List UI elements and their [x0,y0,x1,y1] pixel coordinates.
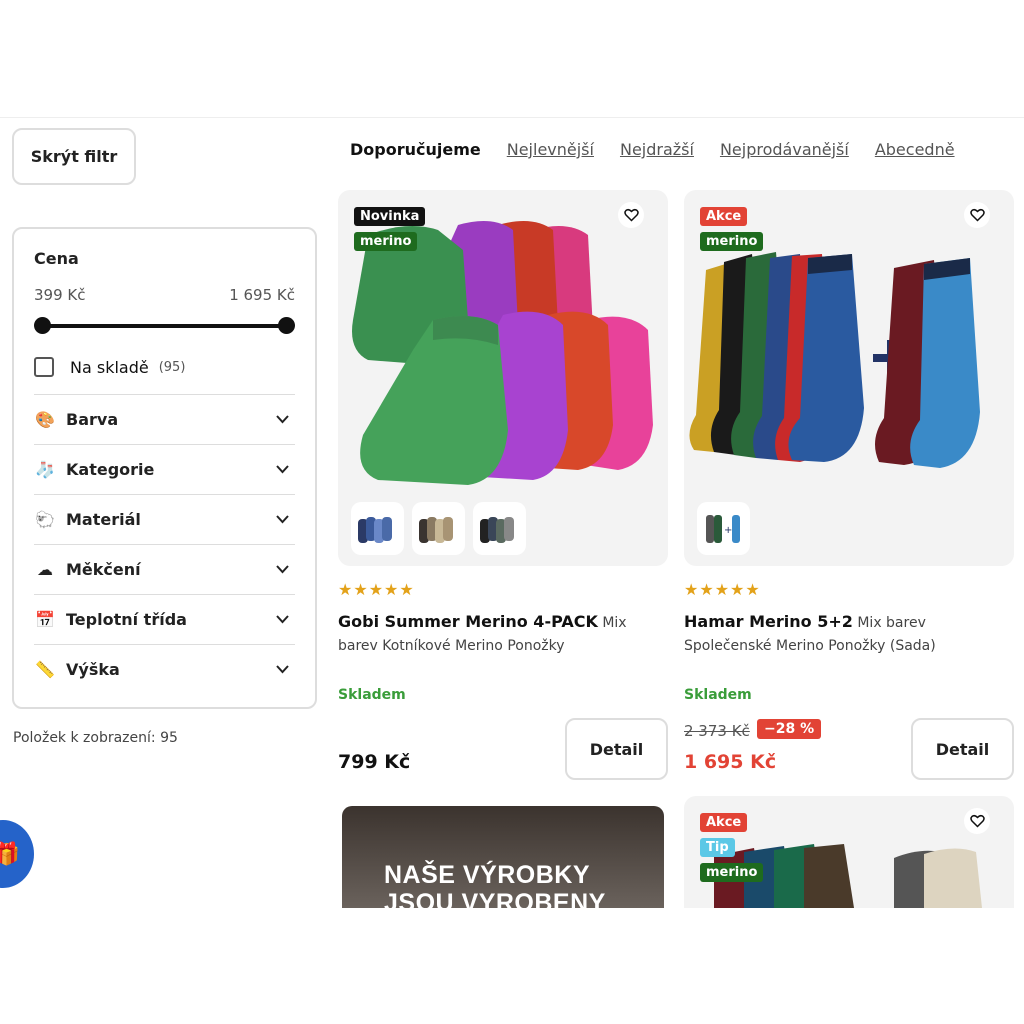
product-name-bold: Hamar Merino 5+2 [684,612,853,631]
variant-thumbnail[interactable] [473,502,526,555]
facet-label: Kategorie [66,460,155,479]
chevron-down-icon [276,562,289,578]
variant-thumbnail[interactable]: + [697,502,750,555]
badge-new: Novinka [354,207,426,226]
price-max: 1 695 Kč [229,286,295,304]
wishlist-heart-icon[interactable] [618,202,644,228]
product-card[interactable]: Novinka merino ★★★★★ Gobi Summer Merino … [338,190,668,790]
badge-merino: merino [700,863,764,882]
sock-icon: 🧦 [35,460,55,479]
variant-thumbnail[interactable] [412,502,465,555]
banner-text: NAŠE VÝROBKY JSOU VYROBENY [384,861,606,908]
badge-merino: merino [354,232,418,251]
facet-label: Výška [66,660,120,679]
facet-label: Materiál [66,510,141,529]
slider-max-handle[interactable] [278,317,295,334]
facet-material[interactable]: 🐑 Materiál [34,494,295,544]
facet-label: Měkčení [66,560,141,579]
svg-text:+: + [724,525,732,536]
chevron-down-icon [276,612,289,628]
facet-category[interactable]: 🧦 Kategorie [34,444,295,494]
detail-button[interactable]: Detail [565,718,668,780]
gift-icon[interactable]: 🎁 [0,820,34,888]
in-stock-filter[interactable]: Na skladě (95) [34,357,295,377]
product-price: 1 695 Kč [684,751,777,773]
sort-most-expensive[interactable]: Nejdražší [620,140,694,159]
old-price: 2 373 Kč [684,722,750,740]
facet-temperature[interactable]: 📅 Teplotní třída [34,594,295,644]
badge-tip: Tip [700,838,735,857]
price-min: 399 Kč [34,286,86,304]
chevron-down-icon [276,412,289,428]
sort-bestselling[interactable]: Nejprodávanější [720,140,849,159]
slider-track [42,324,287,328]
sort-cheapest[interactable]: Nejlevnější [507,140,594,159]
variant-thumbnail[interactable] [351,502,404,555]
chevron-down-icon [276,512,289,528]
wishlist-heart-icon[interactable] [964,202,990,228]
in-stock-count: (95) [158,359,186,375]
sort-options: Doporučujeme Nejlevnější Nejdražší Nejpr… [350,140,955,159]
product-image[interactable]: Akce merino + [684,190,1014,566]
promo-banner[interactable]: NAŠE VÝROBKY JSOU VYROBENY [342,806,664,908]
color-variant-thumbnails: + [697,502,750,555]
badge-sale: Akce [700,813,748,832]
hide-filter-button[interactable]: Skrýt filtr [12,128,136,185]
badge-sale: Akce [700,207,748,226]
sort-recommended[interactable]: Doporučujeme [350,140,481,159]
product-image[interactable]: Novinka merino [338,190,668,566]
page-bottom-area [0,908,1024,1024]
discount-badge: −28 % [757,719,822,739]
stock-status: Skladem [338,687,406,703]
in-stock-label: Na skladě [70,357,149,377]
calendar-icon: 📅 [35,610,55,629]
product-price: 799 Kč [338,751,411,773]
badge-merino: merino [700,232,764,251]
wishlist-heart-icon[interactable] [964,808,990,834]
cotton-icon: ☁ [37,560,53,579]
rating-stars: ★★★★★ [684,580,761,599]
facet-height[interactable]: 📏 Výška [34,644,295,694]
product-name-bold: Gobi Summer Merino 4-PACK [338,612,598,631]
product-name[interactable]: Hamar Merino 5+2 Mix barev Společenské M… [684,610,1014,658]
sheep-icon: 🐑 [35,510,55,529]
top-header-bar [0,0,1024,118]
facet-label: Barva [66,410,119,429]
chevron-down-icon [276,662,289,678]
price-slider[interactable] [34,317,295,335]
facet-softening[interactable]: ☁ Měkčení [34,544,295,594]
chevron-down-icon [276,462,289,478]
product-card[interactable]: Akce merino + ★★★★★ Hamar Merino 5+2 Mix… [684,190,1014,790]
stock-status: Skladem [684,687,752,703]
facet-label: Teplotní třída [66,610,187,629]
color-variant-thumbnails [351,502,526,555]
price-filter-title: Cena [34,249,79,268]
product-card[interactable]: Akce Tip merino [684,796,1014,908]
rating-stars: ★★★★★ [338,580,415,599]
ruler-icon: 📏 [35,660,55,679]
detail-button[interactable]: Detail [911,718,1014,780]
slider-min-handle[interactable] [34,317,51,334]
product-name[interactable]: Gobi Summer Merino 4-PACK Mix barev Kotn… [338,610,668,658]
items-count-text: Položek k zobrazení: 95 [13,730,178,746]
sort-alphabetical[interactable]: Abecedně [875,140,955,159]
facet-color[interactable]: 🎨 Barva [34,394,295,444]
in-stock-checkbox[interactable] [34,357,54,377]
palette-icon: 🎨 [35,410,55,429]
filter-panel: Cena 399 Kč 1 695 Kč Na skladě (95) 🎨 Ba… [12,227,317,709]
